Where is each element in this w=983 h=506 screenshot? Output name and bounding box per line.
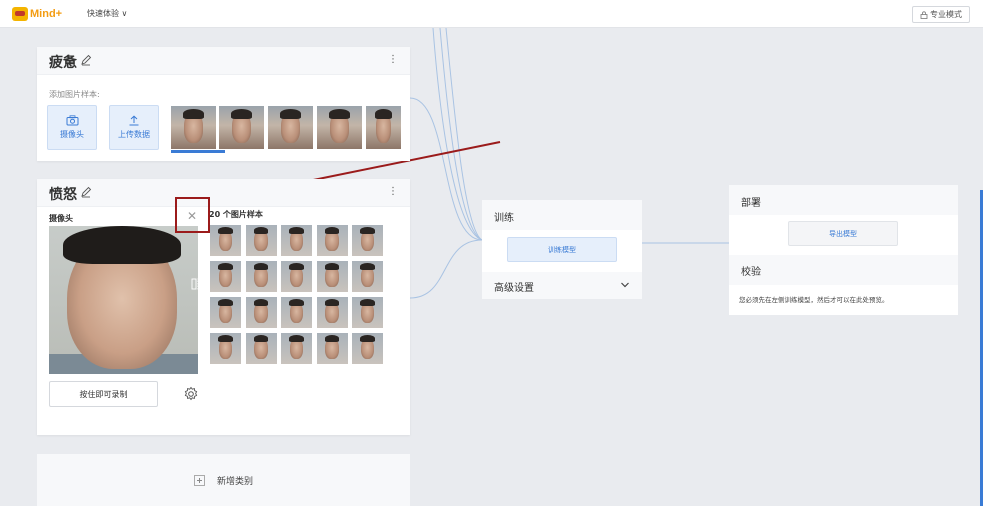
add-class-button[interactable]: 新增类别 bbox=[37, 454, 410, 506]
class-card-header: 愤怒 ⋮ bbox=[37, 179, 410, 207]
sample-thumbnail[interactable] bbox=[366, 106, 401, 149]
sample-thumbnail[interactable] bbox=[245, 225, 277, 256]
sample-thumbnail[interactable] bbox=[352, 333, 383, 364]
sample-thumbnail[interactable] bbox=[317, 106, 362, 149]
logo-icon bbox=[12, 7, 28, 21]
webcam-button-label: 摄像头 bbox=[60, 130, 84, 139]
sample-thumbnail[interactable] bbox=[210, 333, 241, 364]
chevron-down-icon bbox=[621, 282, 629, 288]
samples-count-label: 20 个图片样本 bbox=[209, 210, 263, 219]
class-title: 愤怒 bbox=[49, 187, 77, 203]
train-model-button[interactable]: 训练模型 bbox=[507, 237, 617, 262]
sample-thumbnail[interactable] bbox=[171, 106, 216, 149]
sample-thumbnail[interactable] bbox=[352, 225, 383, 256]
flip-camera-icon[interactable] bbox=[191, 278, 198, 290]
sample-thumbnail[interactable] bbox=[281, 333, 312, 364]
upload-button-label: 上传数据 bbox=[118, 130, 150, 139]
top-bar: Mind+ 快速体验 ∨ 专业模式 bbox=[0, 0, 983, 28]
add-class-label: 新增类别 bbox=[216, 476, 253, 487]
sample-thumbnail[interactable] bbox=[281, 297, 312, 328]
sample-thumbnail[interactable] bbox=[281, 225, 312, 256]
sample-thumbnail[interactable] bbox=[352, 261, 383, 292]
sample-thumbnail[interactable] bbox=[219, 106, 264, 149]
app-logo[interactable]: Mind+ bbox=[12, 5, 62, 23]
gear-icon[interactable] bbox=[183, 386, 199, 402]
advanced-settings-toggle[interactable]: 高级设置 bbox=[482, 272, 642, 299]
hold-to-record-button[interactable]: 按住即可录制 bbox=[49, 381, 158, 407]
add-samples-label: 添加图片样本: bbox=[49, 90, 100, 99]
deploy-title: 部署 bbox=[729, 185, 958, 215]
verify-hint-text: 您必须先在左侧训练模型，然后才可以在此处预览。 bbox=[739, 296, 889, 304]
training-title: 训练 bbox=[482, 200, 642, 230]
annotation-highlight-box bbox=[175, 197, 210, 233]
sample-thumbnail[interactable] bbox=[316, 333, 348, 364]
scroll-indicator[interactable] bbox=[171, 150, 225, 153]
training-panel: 训练 训练模型 高级设置 bbox=[482, 200, 642, 299]
preview-hair bbox=[63, 226, 181, 264]
class-card-angry: 愤怒 ⋮ 摄像头 ✕ 按住即可录制 20 个图片样本 bbox=[37, 179, 410, 435]
class-card-header: 疲惫 ⋮ bbox=[37, 47, 410, 75]
advanced-settings-label: 高级设置 bbox=[494, 283, 534, 294]
sample-thumbnail[interactable] bbox=[316, 225, 348, 256]
more-options-icon[interactable]: ⋮ bbox=[388, 55, 398, 65]
sample-thumbnail[interactable] bbox=[210, 297, 241, 328]
webcam-preview bbox=[49, 226, 198, 374]
sample-thumbnail[interactable] bbox=[316, 261, 348, 292]
camera-panel-label: 摄像头 bbox=[49, 214, 73, 223]
sample-thumbnail[interactable] bbox=[268, 106, 313, 149]
deploy-panel: 部署 导出模型 校验 您必须先在左侧训练模型，然后才可以在此处预览。 bbox=[729, 185, 958, 315]
sample-thumbnail[interactable] bbox=[245, 261, 277, 292]
sample-thumbnail[interactable] bbox=[210, 225, 241, 256]
more-options-icon[interactable]: ⋮ bbox=[388, 187, 398, 197]
pro-mode-label: 专业模式 bbox=[930, 10, 962, 19]
verify-title: 校验 bbox=[729, 255, 958, 285]
class-card-tired: 疲惫 ⋮ 添加图片样本: 摄像头 上传数据 bbox=[37, 47, 410, 161]
quick-experience-menu[interactable]: 快速体验 ∨ bbox=[87, 8, 127, 19]
sample-thumbnail[interactable] bbox=[281, 261, 312, 292]
sample-thumbnail[interactable] bbox=[316, 297, 348, 328]
class-title: 疲惫 bbox=[49, 55, 77, 71]
plus-icon bbox=[193, 474, 205, 486]
edit-pencil-icon[interactable] bbox=[80, 186, 92, 198]
camera-icon bbox=[66, 115, 78, 126]
pro-mode-button[interactable]: 专业模式 bbox=[912, 6, 970, 23]
sample-thumbnail[interactable] bbox=[245, 333, 277, 364]
logo-text: Mind+ bbox=[30, 8, 63, 20]
sample-thumbnail[interactable] bbox=[210, 261, 241, 292]
upload-icon bbox=[129, 115, 139, 126]
export-model-button[interactable]: 导出模型 bbox=[788, 221, 898, 246]
edit-pencil-icon[interactable] bbox=[80, 54, 92, 66]
sample-thumbnail[interactable] bbox=[245, 297, 277, 328]
upload-button[interactable]: 上传数据 bbox=[109, 105, 159, 150]
webcam-button[interactable]: 摄像头 bbox=[47, 105, 97, 150]
lock-icon bbox=[920, 10, 928, 19]
sample-thumbnail[interactable] bbox=[352, 297, 383, 328]
